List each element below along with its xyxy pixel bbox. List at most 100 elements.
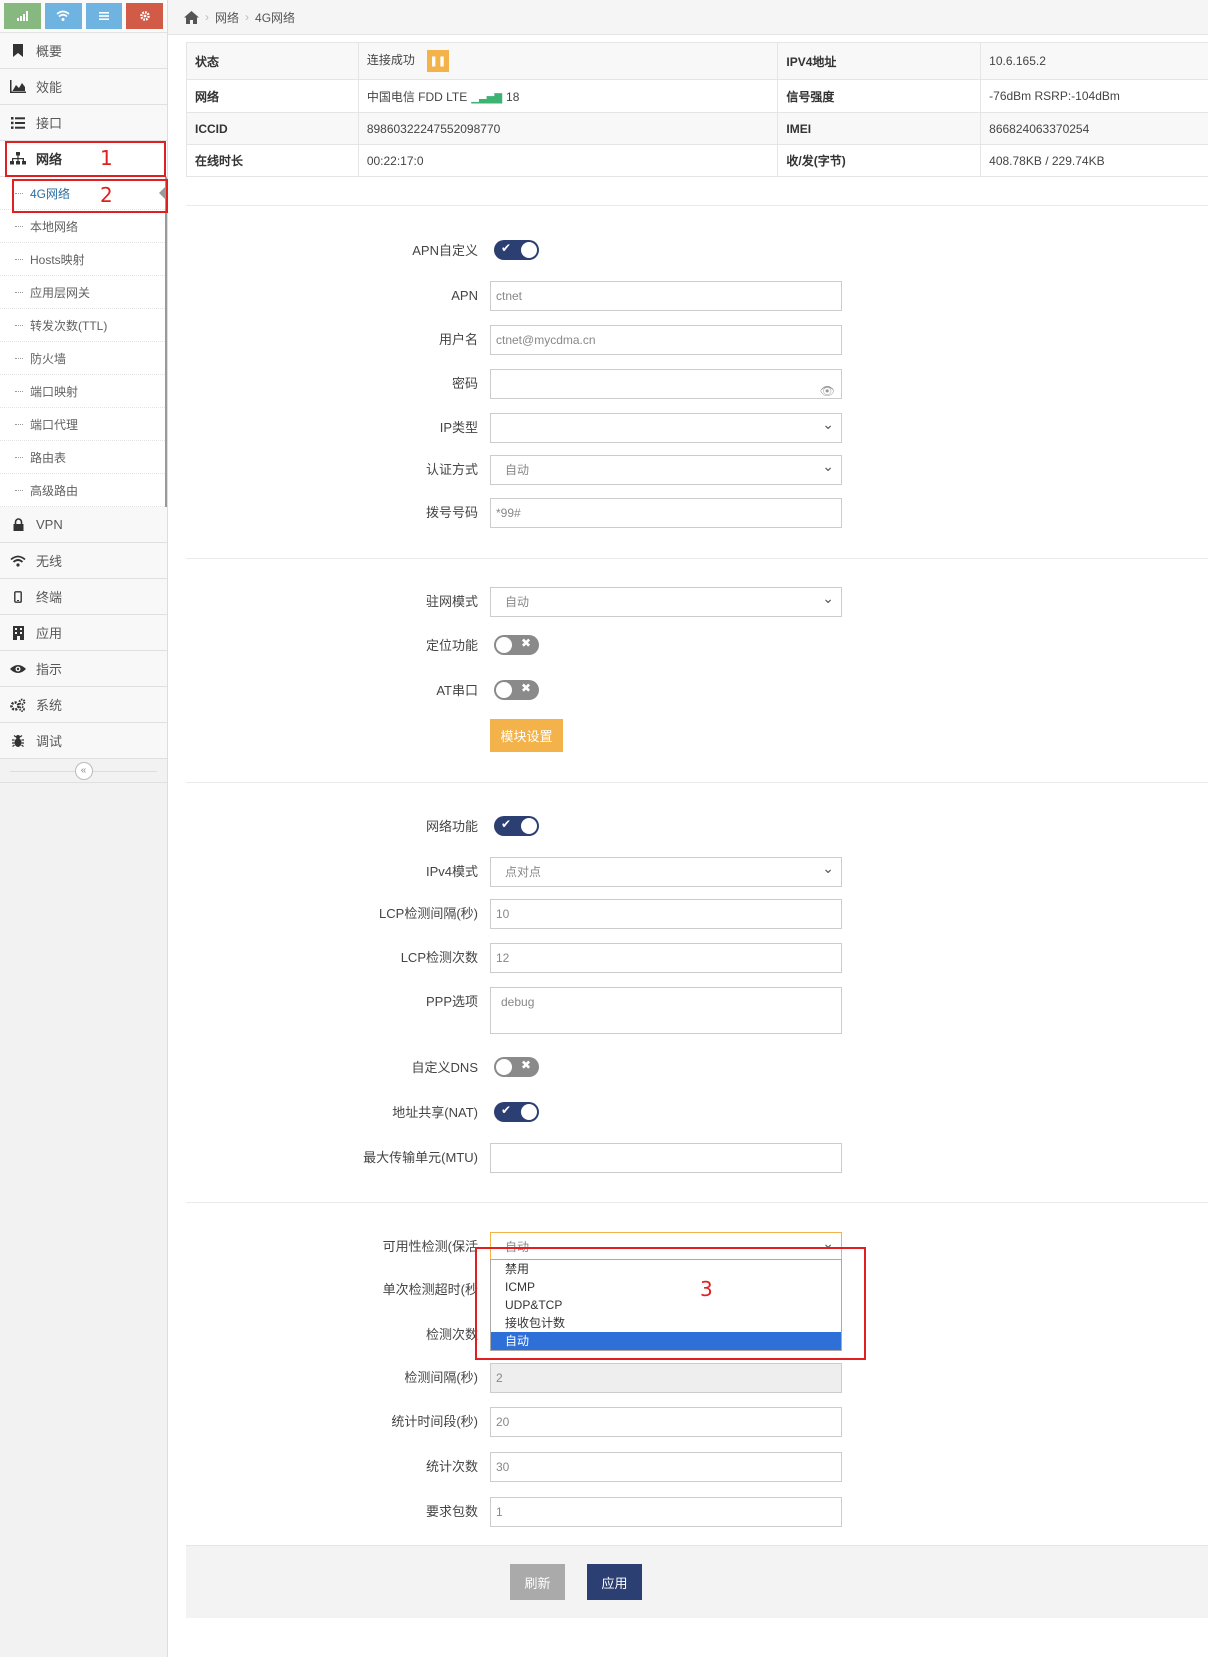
uptime-value: 00:22:17:0	[357, 144, 779, 177]
ppp-textarea[interactable]: debug	[490, 987, 842, 1034]
dial-row: 拨号号码 *99#	[186, 498, 1208, 528]
apn-row: APN ctnet	[186, 281, 1208, 311]
apn-custom-row: APN自定义 ✔	[186, 236, 1208, 266]
lcp-count-label: LCP检测次数	[400, 950, 478, 965]
net-func-label: 网络功能	[425, 819, 478, 834]
sidebar-item-local-network[interactable]: 本地网络	[0, 210, 165, 243]
sidebar-item-port-mapping[interactable]: 端口映射	[0, 375, 165, 408]
sidebar-item-hosts-mapping[interactable]: Hosts映射	[0, 243, 165, 276]
bookmark-icon	[10, 43, 26, 59]
breadcrumb: › 网络 › 4G网络	[168, 0, 1208, 35]
nav-item-performance[interactable]: 效能	[0, 69, 167, 105]
sidebar-item-alg[interactable]: 应用层网关	[0, 276, 165, 309]
stat-period-row: 统计时间段(秒) 20	[186, 1407, 1208, 1437]
mode-select[interactable]: 自动	[490, 584, 842, 617]
apply-button[interactable]: 应用	[587, 1564, 642, 1600]
ipv4mode-select[interactable]: 点对点	[490, 854, 842, 887]
toggle-knob	[496, 682, 512, 698]
refresh-button[interactable]: 刷新	[510, 1564, 565, 1600]
nat-label: 地址共享(NAT)	[392, 1105, 478, 1120]
apn-input[interactable]: ctnet	[490, 281, 842, 311]
divider	[186, 205, 1208, 206]
stat-period-input[interactable]: 20	[490, 1407, 842, 1437]
settings-shortcut-button[interactable]	[126, 3, 163, 29]
gps-label: 定位功能	[425, 638, 478, 653]
iptype-select[interactable]	[490, 410, 842, 443]
nav-item-apps[interactable]: 应用	[0, 615, 167, 651]
dial-input[interactable]: *99#	[490, 498, 842, 528]
breadcrumb-item-network[interactable]: 网络	[215, 9, 239, 26]
interval-input[interactable]: 2	[490, 1363, 842, 1393]
breadcrumb-separator: ›	[245, 10, 250, 24]
signal-strength-label: 信号强度	[777, 79, 982, 113]
sub-item-label: 高级路由	[30, 483, 79, 498]
network-submenu: 4G网络 本地网络 Hosts映射 应用层网关 转发次数(TTL) 防火墙 端口…	[0, 177, 167, 507]
wifi-shortcut-button[interactable]	[44, 3, 82, 29]
lcp-count-row: LCP检测次数 12	[186, 943, 1208, 973]
annotation-box-2	[12, 179, 168, 213]
at-row: AT串口 ✖	[186, 676, 1208, 706]
lcp-interval-input[interactable]: 10	[490, 899, 842, 929]
list-shortcut-button[interactable]	[85, 3, 123, 29]
gps-toggle[interactable]: ✖	[494, 635, 539, 655]
home-icon[interactable]	[184, 10, 199, 24]
auth-select[interactable]: 自动	[490, 452, 842, 485]
nav-item-terminal[interactable]: 终端	[0, 579, 167, 615]
eye-slash-icon[interactable]: 👁	[820, 377, 835, 405]
sub-item-label: 端口映射	[30, 384, 79, 399]
username-row: 用户名 ctnet@mycdma.cn	[186, 325, 1208, 355]
sidebar-item-ttl[interactable]: 转发次数(TTL)	[0, 309, 165, 342]
nav-item-system[interactable]: 系统	[0, 687, 167, 723]
sidebar-item-advanced-route[interactable]: 高级路由	[0, 474, 165, 507]
packets-input[interactable]: 1	[490, 1497, 842, 1527]
net-func-row: 网络功能 ✔	[186, 812, 1208, 842]
nav-item-overview[interactable]: 概要	[0, 33, 167, 69]
nav-item-wireless[interactable]: 无线	[0, 543, 167, 579]
cogs-icon	[10, 697, 26, 713]
mtu-input[interactable]	[490, 1143, 842, 1173]
table-row: ICCID 89860322247552098770 IMEI 86682406…	[186, 112, 1208, 145]
nav-item-label: 系统	[36, 698, 63, 713]
sub-item-label: 路由表	[30, 450, 67, 465]
sub-item-label: 端口代理	[30, 417, 79, 432]
nav-item-interface[interactable]: 接口	[0, 105, 167, 141]
status-value: 连接成功	[366, 53, 415, 68]
nav-item-indicator[interactable]: 指示	[0, 651, 167, 687]
imei-label: IMEI	[777, 112, 982, 145]
at-toggle[interactable]: ✖	[494, 680, 539, 700]
username-input[interactable]: ctnet@mycdma.cn	[490, 325, 842, 355]
sidebar-item-port-proxy[interactable]: 端口代理	[0, 408, 165, 441]
sidebar-collapse-button[interactable]: «	[74, 761, 93, 780]
gps-row: 定位功能 ✖	[186, 631, 1208, 661]
module-settings-button[interactable]: 模块设置	[490, 719, 563, 752]
signal-shortcut-button[interactable]	[4, 3, 41, 29]
traffic-label: 收/发(字节)	[777, 144, 982, 177]
nat-row: 地址共享(NAT) ✔	[186, 1098, 1208, 1128]
pause-button[interactable]: ❚❚	[426, 50, 449, 72]
nav-item-vpn[interactable]: VPN	[0, 507, 167, 543]
interval-label: 检测间隔(秒)	[404, 1370, 478, 1385]
nav-item-label: 概要	[36, 44, 63, 59]
lcp-count-input[interactable]: 12	[490, 943, 842, 973]
x-icon: ✖	[520, 636, 531, 650]
net-func-toggle[interactable]: ✔	[494, 816, 539, 836]
ipv4mode-row: IPv4模式 点对点	[186, 854, 1208, 887]
sidebar-item-route-table[interactable]: 路由表	[0, 441, 165, 474]
nav-item-debug[interactable]: 调试	[0, 723, 167, 759]
imei-value: 866824063370254	[980, 112, 1208, 145]
x-icon: ✖	[520, 681, 531, 695]
stat-count-input[interactable]: 30	[490, 1452, 842, 1482]
sidebar-item-firewall[interactable]: 防火墙	[0, 342, 165, 375]
nav-item-label: VPN	[36, 517, 63, 532]
dns-toggle[interactable]: ✖	[494, 1057, 539, 1077]
apn-custom-toggle[interactable]: ✔	[494, 240, 539, 260]
password-row: 密码 👁	[186, 369, 1208, 399]
password-input[interactable]: 👁	[490, 369, 842, 399]
iccid-value: 89860322247552098770	[357, 112, 779, 145]
lock-icon	[10, 517, 26, 533]
nat-toggle[interactable]: ✔	[494, 1102, 539, 1122]
eye-icon	[10, 661, 26, 677]
check-label: 可用性检测(保活	[382, 1239, 478, 1254]
ipv4-value: 10.6.165.2	[980, 42, 1208, 80]
nav-item-label: 应用	[36, 626, 63, 641]
